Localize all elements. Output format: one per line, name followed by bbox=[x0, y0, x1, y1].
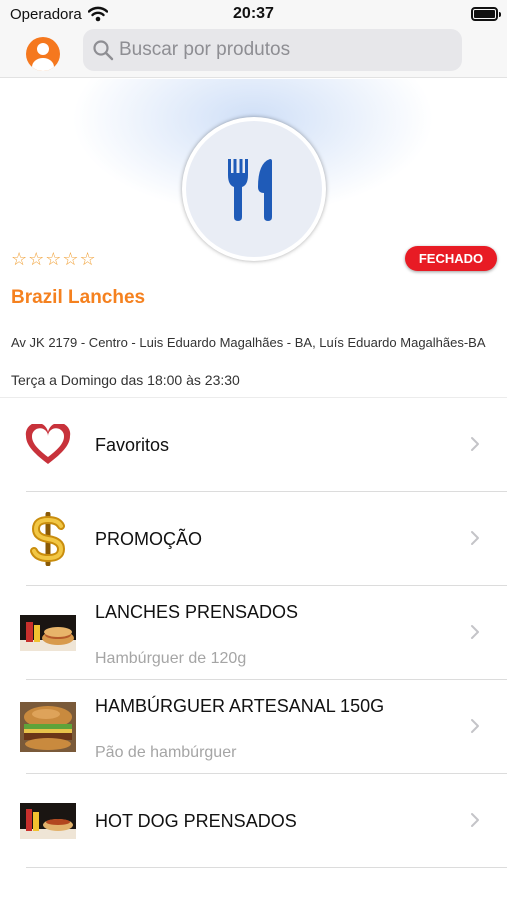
category-title: LANCHES PRENSADOS bbox=[95, 602, 299, 622]
status-badge: FECHADO bbox=[405, 246, 497, 271]
category-title: HOT DOG PRENSADOS bbox=[95, 811, 297, 831]
store-hours: Terça a Domingo das 18:00 às 23:30 bbox=[11, 372, 240, 388]
rating-stars: ☆☆☆☆☆ bbox=[11, 249, 97, 270]
avatar-head bbox=[37, 43, 49, 55]
nav-bar bbox=[0, 28, 507, 78]
fork-knife-icon bbox=[228, 159, 272, 221]
category-title: PROMOÇÃO bbox=[95, 529, 203, 549]
category-title: Favoritos bbox=[95, 435, 170, 455]
category-row-favoritos[interactable]: Favoritos bbox=[0, 398, 507, 492]
store-logo bbox=[182, 117, 326, 261]
status-bar: Operadora 20:37 bbox=[0, 0, 507, 28]
hotdog-photo bbox=[20, 803, 76, 839]
chevron-right-icon bbox=[471, 719, 479, 733]
clock: 20:37 bbox=[233, 5, 274, 22]
category-row-hamburguer-artesanal[interactable]: HAMBÚRGUER ARTESANAL 150G Pão de hambúrg… bbox=[0, 680, 507, 774]
burger-photo bbox=[20, 702, 76, 752]
heart-icon bbox=[25, 424, 71, 464]
battery-icon bbox=[471, 7, 501, 21]
category-subtitle: Pão de hambúrguer bbox=[95, 744, 237, 761]
user-avatar-button[interactable] bbox=[26, 37, 60, 71]
search-input[interactable] bbox=[119, 29, 449, 71]
store-name: Brazil Lanches bbox=[11, 287, 146, 308]
sandwich-photo bbox=[20, 615, 76, 651]
store-logo-background bbox=[186, 121, 322, 257]
category-row-hot-dog-prensados[interactable]: HOT DOG PRENSADOS bbox=[0, 774, 507, 868]
chevron-right-icon bbox=[471, 437, 479, 451]
chevron-right-icon bbox=[471, 531, 479, 545]
search-bar[interactable] bbox=[83, 29, 462, 71]
category-subtitle: Hambúrguer de 120g bbox=[95, 650, 247, 667]
store-address: Av JK 2179 - Centro - Luis Eduardo Magal… bbox=[11, 335, 486, 350]
chevron-right-icon bbox=[471, 813, 479, 827]
dollar-icon bbox=[30, 512, 66, 566]
category-row-lanches-prensados[interactable]: LANCHES PRENSADOS Hambúrguer de 120g bbox=[0, 586, 507, 680]
chevron-right-icon bbox=[471, 625, 479, 639]
category-title: HAMBÚRGUER ARTESANAL 150G bbox=[95, 696, 385, 716]
store-header: ☆☆☆☆☆ FECHADO Brazil Lanches Av JK 2179 … bbox=[0, 79, 507, 397]
category-row-promocao[interactable]: PROMOÇÃO bbox=[0, 492, 507, 586]
category-list: Favoritos PROMOÇÃO LANCHES PRENSADOS Ham… bbox=[0, 397, 507, 868]
avatar-body bbox=[32, 58, 54, 71]
search-icon bbox=[93, 40, 114, 61]
